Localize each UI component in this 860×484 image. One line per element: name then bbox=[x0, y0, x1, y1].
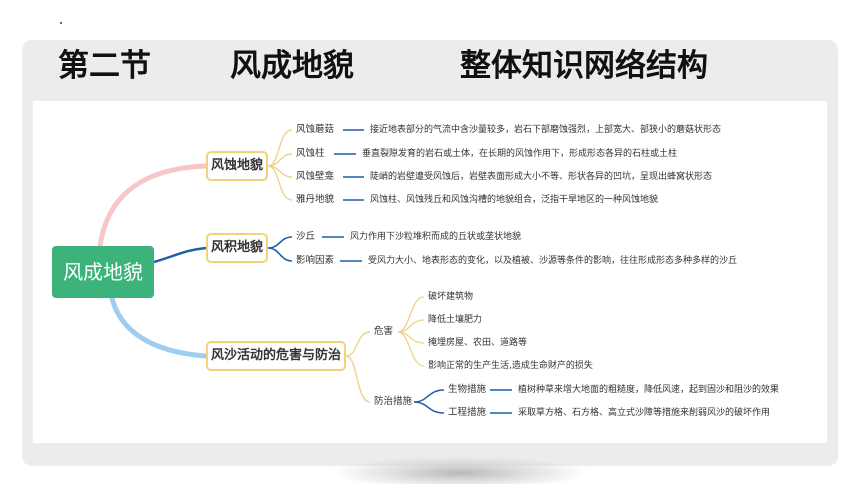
desc-eng-measures: 采取草方格、石方格、高立式沙障等措施来削弱风沙的破坏作用 bbox=[518, 408, 771, 418]
bracket-hazard-prevention bbox=[345, 355, 371, 403]
bracket-hazard-harm bbox=[345, 331, 371, 357]
bracket-prevention-2 bbox=[413, 401, 445, 414]
bracket-deposition-2 bbox=[267, 247, 293, 262]
harm-item-1: 破坏建筑物 bbox=[428, 292, 474, 302]
root-node: 风成地貌 bbox=[52, 246, 154, 298]
desc-bio-measures: 植树种草来增大地面的粗糙度，降低风速，起到固沙和阻沙的效果 bbox=[518, 385, 780, 395]
label-prevention: 防治措施 bbox=[374, 396, 413, 407]
label-harm: 危害 bbox=[374, 326, 394, 337]
bracket-harm-1 bbox=[397, 296, 425, 333]
term-eng-measures: 工程措施 bbox=[448, 407, 487, 418]
branch-hazard-prevention: 风沙活动的危害与防治 bbox=[206, 341, 346, 371]
harm-item-2: 降低土壤肥力 bbox=[428, 315, 483, 325]
desc-factors: 受风力大小、地表形态的变化，以及植被、沙源等条件的影响，往往形成形态多种多样的沙… bbox=[368, 256, 738, 266]
harm-item-4: 影响正常的生产生活,造成生命财产的损失 bbox=[428, 361, 593, 371]
connector-root-erosion bbox=[97, 163, 209, 249]
desc-wind-pillar: 垂直裂隙发育的岩石或土体，在长期的风蚀作用下，形成形态各异的石柱或土柱 bbox=[362, 149, 678, 159]
branch-wind-deposition: 风积地貌 bbox=[206, 233, 268, 263]
ink-wash-decoration bbox=[330, 456, 590, 484]
term-yardang: 雅丹地貌 bbox=[296, 194, 335, 205]
harm-item-3: 掩埋房屋、农田、道路等 bbox=[428, 338, 528, 348]
term-wind-niche: 风蚀壁龛 bbox=[296, 171, 335, 182]
desc-dune: 风力作用下沙粒堆积而成的丘状或垄状地貌 bbox=[350, 232, 522, 242]
desc-wind-niche: 陡峭的岩壁遭受风蚀后，岩壁表面形成大小不等、形状各异的凹坑，呈现出蜂窝状形态 bbox=[370, 172, 713, 182]
connector-root-hazard bbox=[109, 295, 209, 359]
term-factors: 影响因素 bbox=[296, 255, 335, 266]
bracket-deposition-1 bbox=[267, 236, 293, 249]
connector-root-deposition bbox=[153, 246, 207, 264]
term-mushroom-rock: 风蚀蘑菇 bbox=[296, 124, 335, 135]
term-dune: 沙丘 bbox=[296, 231, 316, 242]
branch-wind-erosion: 风蚀地貌 bbox=[206, 151, 268, 181]
bracket-prevention-1 bbox=[413, 389, 445, 403]
desc-yardang: 风蚀柱、风蚀残丘和风蚀沟槽的地貌组合，泛指干旱地区的一种风蚀地貌 bbox=[370, 195, 659, 205]
term-wind-pillar: 风蚀柱 bbox=[296, 148, 325, 159]
bracket-harm-4 bbox=[397, 331, 425, 367]
desc-mushroom-rock: 接近地表部分的气流中含沙量较多，岩石下部磨蚀强烈，上部宽大、部狭小的蘑菇状形态 bbox=[370, 125, 722, 135]
term-bio-measures: 生物措施 bbox=[448, 384, 487, 395]
